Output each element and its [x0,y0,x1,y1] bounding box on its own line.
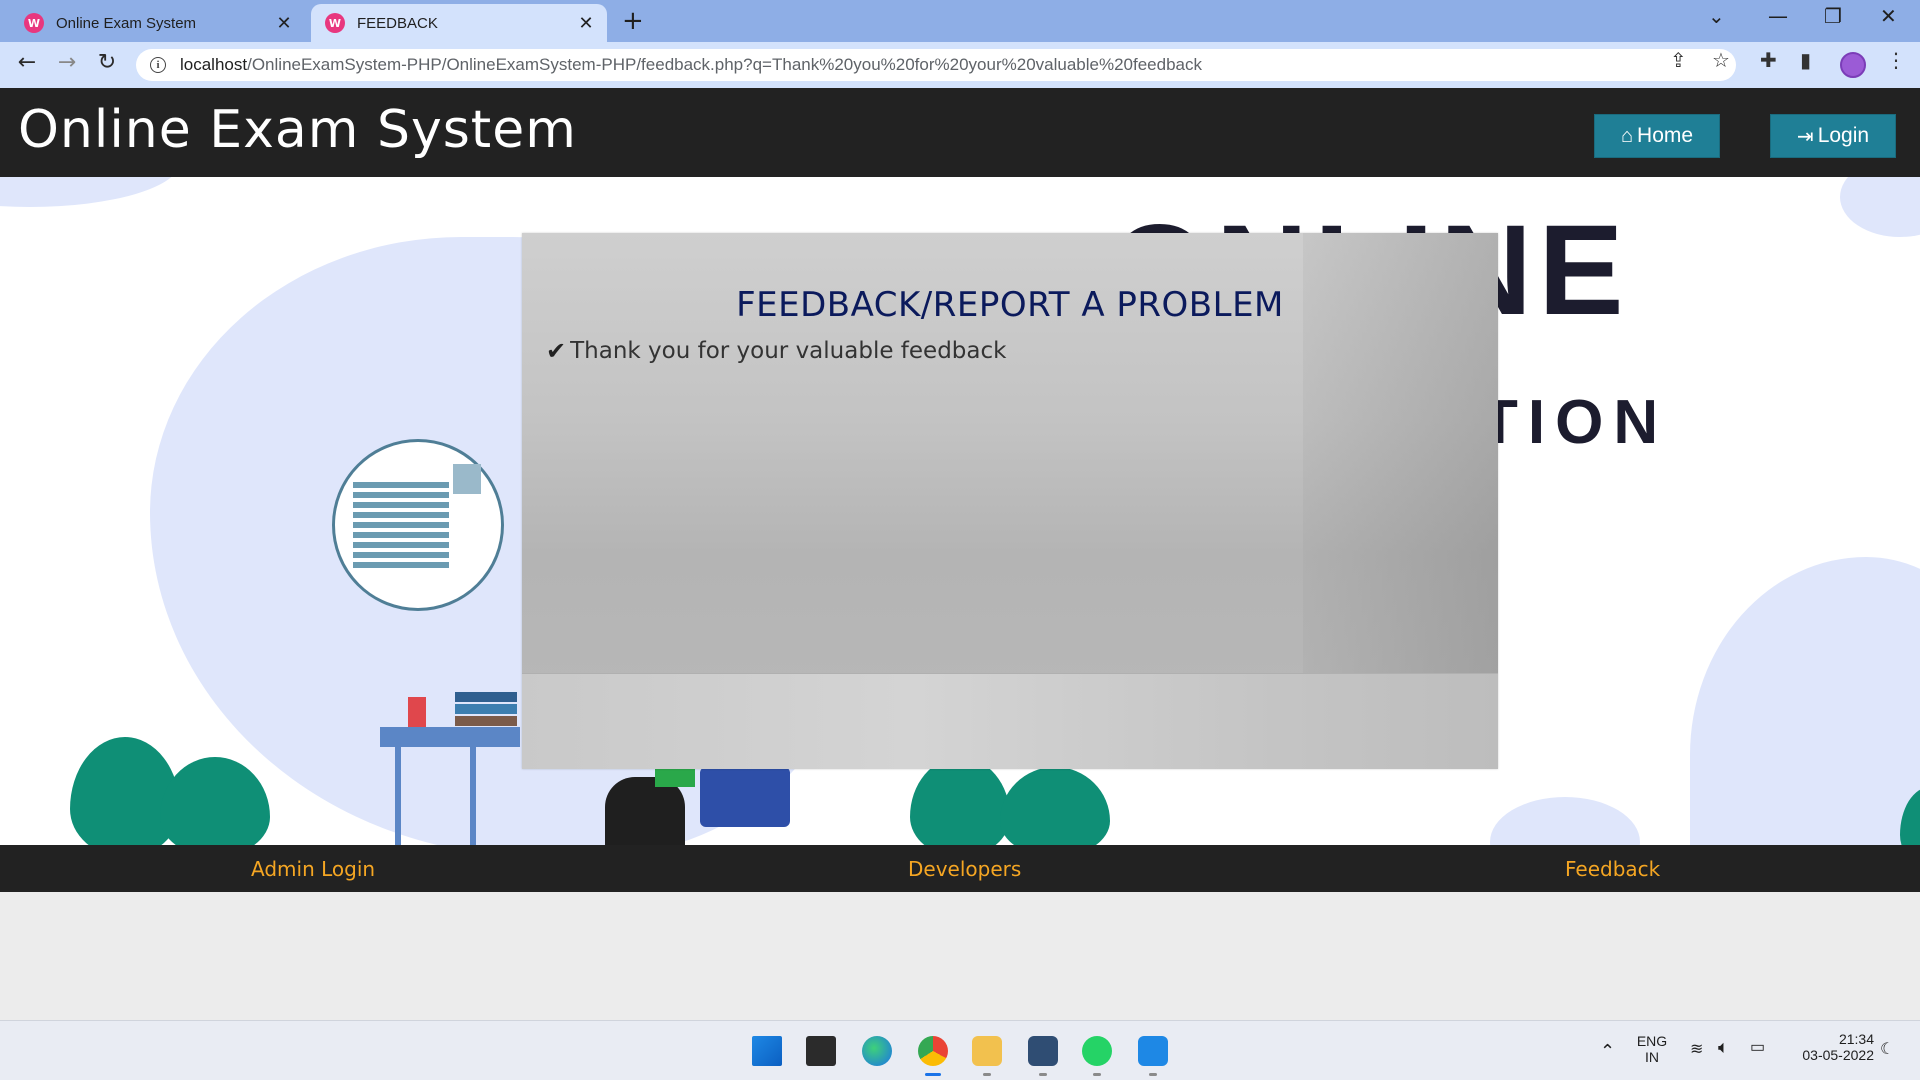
profile-photo-illustration [453,464,481,494]
address-bar[interactable]: i localhost/OnlineExamSystem-PHP/OnlineE… [136,49,1736,81]
home-button-label: Home [1637,124,1694,147]
active-app-indicator [925,1073,941,1076]
feedback-modal: FEEDBACK/REPORT A PROBLEM ✔ Thank you fo… [522,233,1498,769]
pencil-cup-illustration [408,697,426,727]
close-tab-icon[interactable]: ✕ [273,13,295,34]
desk-leg-illustration [395,747,401,845]
region-text: IN [1645,1049,1659,1065]
success-message-text: Thank you for your valuable feedback [570,338,1007,364]
login-icon: ⇥ [1796,125,1814,148]
url-host: localhost [180,55,248,74]
profile-avatar[interactable] [1840,52,1866,78]
background-blob [1840,177,1920,237]
restore-icon[interactable]: ❐ [1824,4,1842,28]
new-tab-icon[interactable]: + [622,6,644,36]
taskbar: ⌃ ENG IN ≋ 🔈︎ ▭ 21:34 03-05-2022 ☾ [0,1020,1920,1080]
close-tab-icon[interactable]: ✕ [575,13,597,34]
tab-search-chevron-icon[interactable]: ⌄ [1708,4,1725,28]
books-illustration [455,704,517,714]
file-explorer-icon[interactable] [972,1036,1002,1066]
minimize-icon[interactable]: — [1768,4,1788,28]
language-text: ENG [1636,1033,1668,1049]
plant-leaf-illustration [1000,767,1110,845]
clock-time: 21:34 [1838,1031,1874,1047]
books-illustration [455,692,517,702]
app-indicator [1039,1073,1047,1076]
share-icon[interactable]: ⇪ [1670,48,1687,72]
admin-login-link[interactable]: Admin Login [251,857,375,881]
document-bubble-illustration [332,439,504,611]
document-lines-illustration [353,482,449,572]
task-view-icon[interactable] [806,1036,836,1066]
person-illustration [605,777,685,845]
browser-tab-online-exam[interactable]: W Online Exam System ✕ [10,4,305,42]
home-button[interactable]: ⌂ Home [1594,114,1720,158]
login-button[interactable]: ⇥ Login [1770,114,1896,158]
clock-date: 03-05-2022 [1802,1047,1874,1063]
background-blob [0,177,180,207]
notification-moon-icon[interactable]: ☾ [1880,1039,1894,1059]
desk-leg-illustration [470,747,476,845]
site-favicon-icon: W [325,13,345,33]
background-blob [1490,797,1640,845]
plant-leaf-illustration [160,757,270,845]
background-blob [1690,557,1920,845]
checkmark-icon: ✔ [546,337,567,365]
menu-kebab-icon[interactable]: ⋮ [1886,48,1906,72]
site-title: Online Exam System [18,100,577,160]
modal-footer [522,673,1498,769]
tab-title: FEEDBACK [357,14,438,32]
tab-title: Online Exam System [56,14,197,32]
browser-toolbar: ← → ↻ i localhost/OnlineExamSystem-PHP/O… [0,42,1920,88]
books-illustration [455,716,517,726]
site-footer: Admin Login Developers Feedback [0,845,1920,892]
edge-browser-icon[interactable] [862,1036,892,1066]
developers-link[interactable]: Developers [908,857,1021,881]
site-header: Online Exam System ⌂ Home ⇥ Login [0,88,1920,177]
hero-subheading-text: TION [1480,388,1669,457]
vscode-icon[interactable] [1138,1036,1168,1066]
success-message: ✔ Thank you for your valuable feedback [546,337,1006,365]
browser-tab-strip: W Online Exam System ✕ W FEEDBACK ✕ + ⌄ … [0,0,1920,42]
app-indicator [1149,1073,1157,1076]
wifi-icon[interactable]: ≋ [1690,1039,1703,1059]
login-button-label: Login [1817,124,1870,147]
chrome-browser-icon[interactable] [918,1036,948,1066]
bookmark-star-icon[interactable]: ☆ [1712,48,1730,72]
home-icon: ⌂ [1620,124,1634,147]
modal-title: FEEDBACK/REPORT A PROBLEM [736,285,1284,325]
reload-icon[interactable]: ↻ [92,50,122,75]
clock[interactable]: 21:34 03-05-2022 [1784,1031,1874,1063]
feedback-link[interactable]: Feedback [1565,857,1660,881]
app-indicator [1093,1073,1101,1076]
close-window-icon[interactable]: ✕ [1880,4,1897,28]
show-hidden-icons-chevron-icon[interactable]: ⌃ [1600,1041,1615,1062]
forward-arrow-icon[interactable]: → [52,50,82,75]
site-info-icon[interactable]: i [150,57,166,73]
url-path: /OnlineExamSystem-PHP/OnlineExamSystem-P… [247,55,1202,74]
back-arrow-icon[interactable]: ← [12,50,42,75]
person-shirt-illustration [655,767,695,787]
plant-leaf-illustration [910,757,1010,845]
mysql-workbench-icon[interactable] [1028,1036,1058,1066]
battery-icon[interactable]: ▭ [1750,1037,1765,1057]
url-text: localhost/OnlineExamSystem-PHP/OnlineExa… [180,55,1202,75]
app-indicator [983,1073,991,1076]
side-panel-icon[interactable]: ▮ [1800,48,1811,72]
start-windows-icon[interactable] [752,1036,782,1066]
chair-illustration [700,767,790,827]
extensions-puzzle-icon[interactable]: ✚ [1760,48,1777,72]
whatsapp-icon[interactable] [1082,1036,1112,1066]
browser-tab-feedback[interactable]: W FEEDBACK ✕ [311,4,607,42]
site-favicon-icon: W [24,13,44,33]
volume-icon[interactable]: 🔈︎ [1718,1037,1729,1058]
language-indicator[interactable]: ENG IN [1636,1033,1668,1065]
desk-illustration [380,727,520,747]
